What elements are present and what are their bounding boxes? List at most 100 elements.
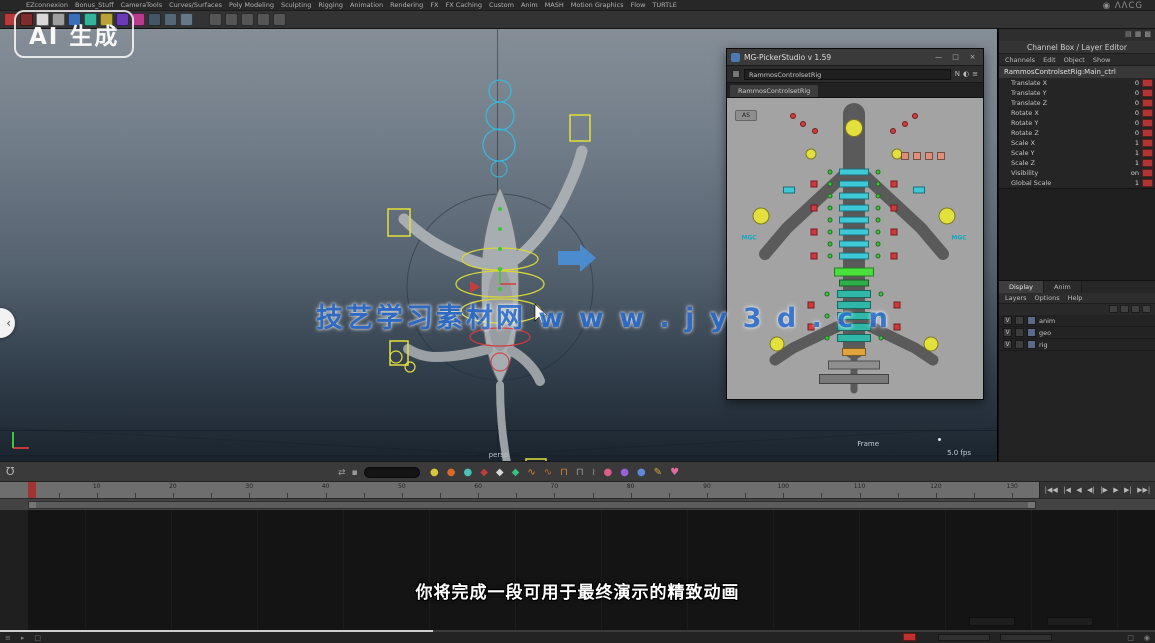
picker-button[interactable] bbox=[783, 187, 795, 194]
picker-button[interactable] bbox=[839, 280, 869, 287]
settings-icon[interactable]: ◉ bbox=[1144, 634, 1150, 642]
shelf-tab[interactable]: TURTLE bbox=[652, 1, 676, 9]
picker-button[interactable] bbox=[828, 230, 833, 235]
menu-icon[interactable]: ≡ bbox=[5, 634, 11, 642]
keyed-channel-indicator[interactable] bbox=[1142, 149, 1153, 157]
shelf-icon[interactable] bbox=[241, 13, 254, 26]
playback-icon[interactable]: ● bbox=[430, 468, 439, 478]
attribute-value[interactable]: 0 bbox=[1115, 119, 1139, 127]
shelf-tab[interactable]: Sculpting bbox=[281, 1, 311, 9]
picker-button[interactable] bbox=[890, 128, 896, 134]
layer-playback-toggle[interactable] bbox=[1015, 340, 1024, 349]
time-ruler[interactable]: 102030405060708090100110120130 bbox=[28, 482, 1035, 498]
status-widget[interactable] bbox=[969, 617, 1015, 626]
layer-row[interactable]: Vanim bbox=[999, 315, 1155, 327]
picker-canvas[interactable]: AS MGCMGC bbox=[727, 97, 983, 399]
picker-button[interactable] bbox=[839, 181, 869, 188]
selected-object-name[interactable]: RammosControlsetRig:Main_ctrl bbox=[999, 66, 1155, 78]
picker-button[interactable] bbox=[845, 119, 863, 137]
picker-button[interactable] bbox=[891, 205, 898, 212]
picker-button[interactable] bbox=[828, 206, 833, 211]
picker-button[interactable] bbox=[819, 374, 889, 384]
layer-playback-toggle[interactable] bbox=[1015, 328, 1024, 337]
playback-icon[interactable]: ∿ bbox=[527, 468, 535, 478]
transport-button[interactable]: |◀ bbox=[1063, 486, 1071, 494]
close-button[interactable]: × bbox=[966, 53, 979, 61]
picker-button[interactable] bbox=[828, 254, 833, 259]
layer-editor-icon[interactable] bbox=[1109, 305, 1118, 313]
picker-button[interactable] bbox=[800, 121, 806, 127]
transport-button[interactable]: ▶▶| bbox=[1137, 486, 1150, 494]
shelf-tab[interactable]: MASH bbox=[545, 1, 564, 9]
stop-icon[interactable]: ▪ bbox=[352, 468, 358, 478]
playback-icon[interactable]: ◆ bbox=[480, 468, 488, 478]
layer-playback-toggle[interactable] bbox=[1015, 316, 1024, 325]
layer-visibility-toggle[interactable]: V bbox=[1003, 340, 1012, 349]
picker-button[interactable] bbox=[839, 193, 869, 200]
stop-frame-icon[interactable]: □ bbox=[34, 634, 41, 642]
picker-button[interactable] bbox=[894, 302, 901, 309]
layer-color-swatch[interactable] bbox=[1027, 328, 1036, 337]
picker-button[interactable] bbox=[901, 152, 909, 160]
keyed-channel-indicator[interactable] bbox=[1142, 89, 1153, 97]
picker-button[interactable] bbox=[839, 229, 869, 236]
keyed-channel-indicator[interactable] bbox=[1142, 79, 1153, 87]
layers-menu-item[interactable]: Layers bbox=[1005, 294, 1027, 302]
panel-icon[interactable]: ▩ bbox=[1144, 30, 1151, 40]
picker-button[interactable] bbox=[839, 253, 869, 260]
swap-icon[interactable]: ⇄ bbox=[338, 468, 346, 478]
playback-icon[interactable]: ✎ bbox=[654, 468, 662, 478]
picker-button[interactable] bbox=[876, 206, 881, 211]
attribute-value[interactable]: 1 bbox=[1115, 139, 1139, 147]
picker-button[interactable] bbox=[790, 113, 796, 119]
picker-button[interactable] bbox=[876, 218, 881, 223]
keyed-channel-indicator[interactable] bbox=[1142, 119, 1153, 127]
picker-button[interactable] bbox=[834, 268, 874, 277]
layer-color-swatch[interactable] bbox=[1027, 316, 1036, 325]
shelf-icon[interactable] bbox=[273, 13, 286, 26]
picker-button[interactable] bbox=[839, 241, 869, 248]
picker-button[interactable] bbox=[879, 336, 884, 341]
picker-button[interactable] bbox=[876, 170, 881, 175]
picker-button[interactable] bbox=[937, 152, 945, 160]
layer-row[interactable]: Vrig bbox=[999, 339, 1155, 351]
playback-icon[interactable]: ⊓ bbox=[576, 468, 584, 478]
timeline-tracks-area[interactable] bbox=[0, 510, 1155, 630]
namespace-field[interactable]: RammosControlsetRig bbox=[744, 69, 951, 80]
minimize-button[interactable]: — bbox=[932, 53, 945, 61]
shelf-tab[interactable]: EZconnexion bbox=[26, 1, 68, 9]
picker-button[interactable] bbox=[842, 348, 866, 356]
fullscreen-icon[interactable]: □ bbox=[1127, 634, 1134, 642]
shelf-tab[interactable]: FX bbox=[430, 1, 438, 9]
picker-button[interactable] bbox=[828, 170, 833, 175]
autokey-button[interactable] bbox=[903, 633, 916, 641]
keyed-channel-indicator[interactable] bbox=[1142, 99, 1153, 107]
attribute-value[interactable]: 1 bbox=[1115, 149, 1139, 157]
as-button[interactable]: AS bbox=[735, 110, 757, 121]
shelf-tab[interactable]: FX Caching bbox=[446, 1, 483, 9]
picker-button[interactable] bbox=[925, 152, 933, 160]
layer-editor-icon[interactable] bbox=[1142, 305, 1151, 313]
shelf-icon[interactable] bbox=[180, 13, 193, 26]
layer-editor-icon[interactable] bbox=[1131, 305, 1140, 313]
playback-icon[interactable]: ♥ bbox=[670, 468, 679, 478]
time-slider[interactable]: 102030405060708090100110120130 bbox=[0, 482, 1040, 498]
attribute-value[interactable]: 1 bbox=[1115, 179, 1139, 187]
keyed-channel-indicator[interactable] bbox=[1142, 169, 1153, 177]
picker-toolbar-button[interactable]: ≡ bbox=[972, 70, 978, 78]
picker-button[interactable] bbox=[828, 361, 880, 370]
picker-button[interactable] bbox=[839, 205, 869, 212]
attribute-value[interactable]: 0 bbox=[1115, 99, 1139, 107]
shelf-tab[interactable]: Rendering bbox=[390, 1, 423, 9]
picker-button[interactable] bbox=[876, 182, 881, 187]
shelf-icon[interactable] bbox=[209, 13, 222, 26]
layers-menu-item[interactable]: Help bbox=[1068, 294, 1083, 302]
picker-button[interactable] bbox=[891, 253, 898, 260]
keyed-channel-indicator[interactable] bbox=[1142, 129, 1153, 137]
layers-menu-item[interactable]: Options bbox=[1035, 294, 1060, 302]
keyed-channel-indicator[interactable] bbox=[1142, 139, 1153, 147]
transport-button[interactable]: |▶ bbox=[1100, 486, 1108, 494]
range-start-handle[interactable] bbox=[29, 502, 36, 508]
picker-button[interactable] bbox=[912, 113, 918, 119]
picker-toolbar-button[interactable]: N bbox=[955, 70, 960, 78]
